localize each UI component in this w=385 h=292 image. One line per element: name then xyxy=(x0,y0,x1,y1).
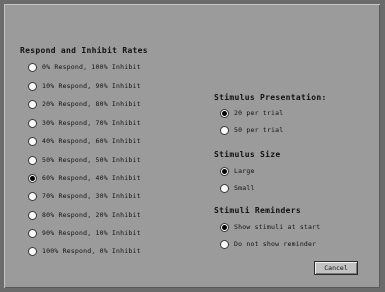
radio-button[interactable] xyxy=(28,118,37,128)
radio-button[interactable] xyxy=(28,99,37,109)
radio-button[interactable] xyxy=(28,246,37,256)
option-label: Do not show reminder xyxy=(234,240,317,248)
option-label: 90% Respond, 10% Inhibit xyxy=(42,229,141,237)
option-label: 30% Respond, 70% Inhibit xyxy=(42,119,141,127)
size-option[interactable]: Small xyxy=(220,182,255,194)
size-option[interactable]: Large xyxy=(220,165,255,177)
radio-button[interactable] xyxy=(28,210,37,220)
respond-option[interactable]: 70% Respond, 30% Inhibit xyxy=(28,190,141,202)
option-label: Small xyxy=(234,184,255,192)
radio-button[interactable] xyxy=(28,191,37,201)
reminder-option[interactable]: Do not show reminder xyxy=(220,238,316,250)
dialog-panel: Respond and Inhibit Rates 0% Respond, 10… xyxy=(4,4,380,288)
option-label: 70% Respond, 30% Inhibit xyxy=(42,192,141,200)
option-label: 50 per trial xyxy=(234,126,284,134)
radio-button[interactable] xyxy=(220,239,229,249)
radio-button-selected[interactable] xyxy=(28,173,37,183)
option-label: 80% Respond, 20% Inhibit xyxy=(42,211,141,219)
respond-option[interactable]: 20% Respond, 80% Inhibit xyxy=(28,98,141,110)
respond-option[interactable]: 100% Respond, 0% Inhibit xyxy=(28,245,141,257)
option-label: 100% Respond, 0% Inhibit xyxy=(42,247,141,255)
radio-button[interactable] xyxy=(28,155,37,165)
cancel-button[interactable]: Cancel xyxy=(314,261,358,275)
radio-button[interactable] xyxy=(28,81,37,91)
respond-option[interactable]: 90% Respond, 10% Inhibit xyxy=(28,227,141,239)
radio-button[interactable] xyxy=(28,62,37,72)
radio-button[interactable] xyxy=(220,183,229,193)
radio-button[interactable] xyxy=(28,228,37,238)
respond-option[interactable]: 60% Respond, 40% Inhibit xyxy=(28,172,141,184)
radio-button[interactable] xyxy=(220,125,229,135)
stimuli-reminders-heading: Stimuli Reminders xyxy=(214,206,301,215)
respond-option[interactable]: 10% Respond, 90% Inhibit xyxy=(28,80,141,92)
option-label: 20% Respond, 80% Inhibit xyxy=(42,100,141,108)
respond-option[interactable]: 30% Respond, 70% Inhibit xyxy=(28,117,141,129)
respond-option[interactable]: 80% Respond, 20% Inhibit xyxy=(28,209,141,221)
respond-option[interactable]: 0% Respond, 100% Inhibit xyxy=(28,61,141,73)
stimulus-size-heading: Stimulus Size xyxy=(214,150,281,159)
option-label: 0% Respond, 100% Inhibit xyxy=(42,63,141,71)
respond-option[interactable]: 40% Respond, 60% Inhibit xyxy=(28,135,141,147)
radio-button-selected[interactable] xyxy=(220,166,229,176)
radio-button-selected[interactable] xyxy=(220,222,229,232)
presentation-option[interactable]: 50 per trial xyxy=(220,124,283,136)
option-label: 20 per trial xyxy=(234,109,284,117)
stimulus-presentation-heading: Stimulus Presentation: xyxy=(214,93,327,102)
reminder-option[interactable]: Show stimuli at start xyxy=(220,221,320,233)
respond-option[interactable]: 50% Respond, 50% Inhibit xyxy=(28,154,141,166)
option-label: Show stimuli at start xyxy=(234,223,321,231)
radio-button-selected[interactable] xyxy=(220,108,229,118)
option-label: 60% Respond, 40% Inhibit xyxy=(42,174,141,182)
radio-button[interactable] xyxy=(28,136,37,146)
option-label: Large xyxy=(234,167,255,175)
presentation-option[interactable]: 20 per trial xyxy=(220,107,283,119)
respond-inhibit-heading: Respond and Inhibit Rates xyxy=(20,46,148,55)
option-label: 10% Respond, 90% Inhibit xyxy=(42,82,141,90)
option-label: 40% Respond, 60% Inhibit xyxy=(42,137,141,145)
option-label: 50% Respond, 50% Inhibit xyxy=(42,156,141,164)
